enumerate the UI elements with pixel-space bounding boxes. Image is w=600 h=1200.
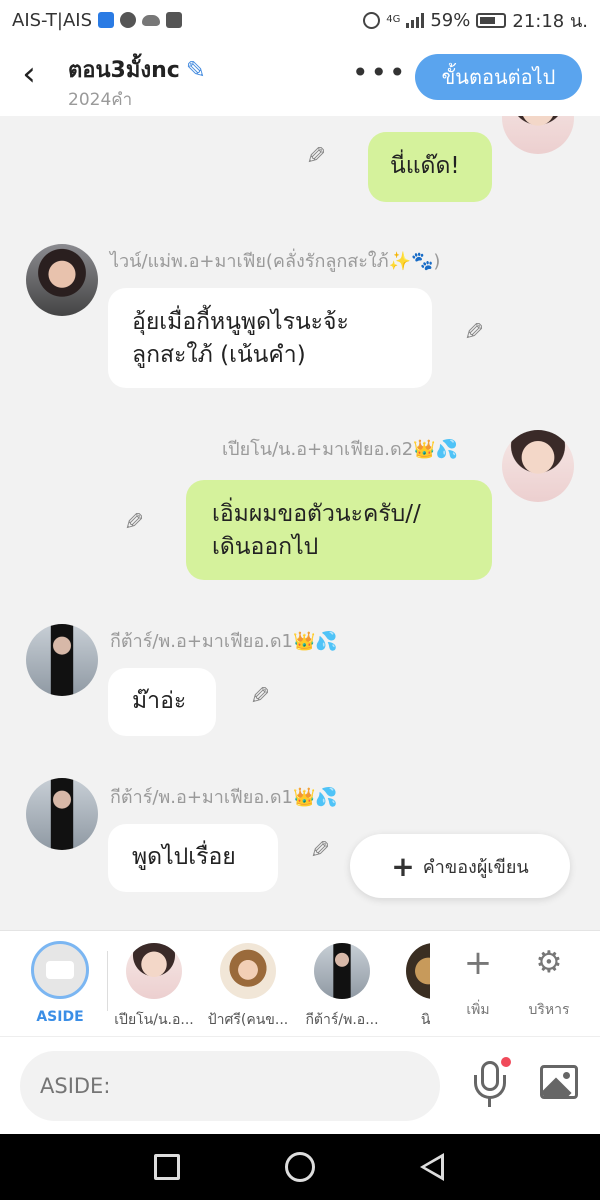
message-bubble[interactable]: อุ้ยเมื่อกี้หนูพูดไรนะจ้ะ ลูกสะใภ้ (เน้น… xyxy=(108,288,432,388)
status-bar: AIS-T|AIS 4G 59% 21:18 น. xyxy=(0,0,600,40)
avatar[interactable] xyxy=(26,624,98,696)
character-avatar[interactable] xyxy=(126,943,182,999)
avatar[interactable] xyxy=(502,116,574,154)
clock: 21:18 น. xyxy=(512,10,588,32)
character-label: นิร xyxy=(420,1012,430,1028)
sender-name: กีต้าร์/พ.อ+มาเฟียอ.ด1👑💦 xyxy=(110,787,338,808)
record-dot xyxy=(501,1057,511,1067)
image-icon[interactable] xyxy=(540,1065,578,1099)
author-note-label: คำของผู้เขียน xyxy=(422,856,529,878)
battery-icon xyxy=(476,12,507,28)
sender-name: เปียโน/น.อ+มาเฟียอ.ด2👑💦 xyxy=(222,439,458,460)
edit-message-icon[interactable]: ✎ xyxy=(124,508,144,536)
avatar[interactable] xyxy=(26,244,98,316)
alarm-icon xyxy=(363,11,381,29)
plus-icon: + xyxy=(391,849,415,883)
sender-name: ไวน์/แม่พ.อ+มาเฟีย(คลั่งรักลูกสะใภ้✨🐾) xyxy=(110,251,441,272)
edit-message-icon[interactable]: ✎ xyxy=(250,682,270,710)
back-arrow-icon[interactable]: ‹ xyxy=(14,56,44,92)
edit-message-icon[interactable]: ✎ xyxy=(464,318,484,346)
add-character-icon[interactable]: + xyxy=(448,943,508,983)
avatar[interactable] xyxy=(26,778,98,850)
facebook-icon xyxy=(166,12,182,28)
recent-apps-icon[interactable] xyxy=(154,1154,180,1180)
battery-percent: 59% xyxy=(430,9,471,31)
sender-name: กีต้าร์/พ.อ+มาเฟียอ.ด1👑💦 xyxy=(110,631,338,652)
character-avatar[interactable] xyxy=(314,943,370,999)
input-bar xyxy=(0,1036,600,1134)
edit-message-icon[interactable]: ✎ xyxy=(306,142,326,170)
chat-area[interactable]: ✎ นี่แด๊ด! ไวน์/แม่พ.อ+มาเฟีย(คลั่งรักลู… xyxy=(0,116,600,930)
network-type: 4G xyxy=(386,14,401,25)
more-options-icon[interactable]: ••• xyxy=(352,56,408,89)
aside-character-button[interactable] xyxy=(31,941,89,999)
avatar[interactable] xyxy=(502,430,574,502)
character-label: ป้าศรี(คนข... xyxy=(207,1012,289,1028)
shield-icon xyxy=(98,12,114,28)
message-input[interactable] xyxy=(20,1051,440,1121)
home-icon[interactable] xyxy=(285,1152,315,1182)
character-bar: ASIDE เปียโน/น.อ... ป้าศรี(คนข... กีต้าร… xyxy=(0,930,600,1036)
message-bubble[interactable]: พูดไปเรื่อย xyxy=(108,824,278,892)
next-step-button[interactable]: ขั้นตอนต่อไป xyxy=(415,54,582,100)
carrier-text: AIS-T|AIS xyxy=(12,9,92,31)
word-count: 2024คำ xyxy=(68,90,133,110)
character-label: เปียโน/น.อ... xyxy=(114,1012,194,1028)
character-clip: นิร xyxy=(400,931,430,1037)
messenger-icon xyxy=(120,12,136,28)
author-note-button[interactable]: + คำของผู้เขียน xyxy=(350,834,570,898)
gear-icon[interactable]: ⚙ xyxy=(519,943,579,983)
divider xyxy=(107,951,108,1011)
cloud-icon xyxy=(142,14,160,26)
character-avatar[interactable] xyxy=(406,943,430,999)
edit-message-icon[interactable]: ✎ xyxy=(310,836,330,864)
add-character-label: เพิ่ม xyxy=(466,1002,490,1018)
status-left: AIS-T|AIS xyxy=(12,10,182,31)
edit-title-icon[interactable]: ✎ xyxy=(186,56,206,84)
message-bubble[interactable]: นี่แด๊ด! xyxy=(368,132,492,202)
message-bubble[interactable]: เอิ่มผมขอตัวนะครับ// เดินออกไป xyxy=(186,480,492,580)
title-text: ตอน3มั้งnc xyxy=(68,58,180,83)
signal-icon xyxy=(406,12,425,28)
aside-icon xyxy=(46,961,74,979)
message-bubble[interactable]: ม๊าอ่ะ xyxy=(108,668,216,736)
back-triangle-icon[interactable] xyxy=(420,1153,444,1181)
header: ‹ ตอน3มั้งnc ✎ 2024คำ ••• ขั้นตอนต่อไป xyxy=(0,40,600,116)
page-title: ตอน3มั้งnc ✎ xyxy=(68,52,206,87)
microphone-icon[interactable] xyxy=(470,1057,511,1111)
aside-label: ASIDE xyxy=(36,1009,84,1025)
navigation-bar xyxy=(0,1134,600,1200)
manage-label: บริหาร xyxy=(528,1002,570,1018)
character-label: กีต้าร์/พ.อ... xyxy=(305,1012,379,1028)
character-avatar[interactable] xyxy=(220,943,276,999)
status-right: 4G 59% 21:18 น. xyxy=(363,6,588,35)
